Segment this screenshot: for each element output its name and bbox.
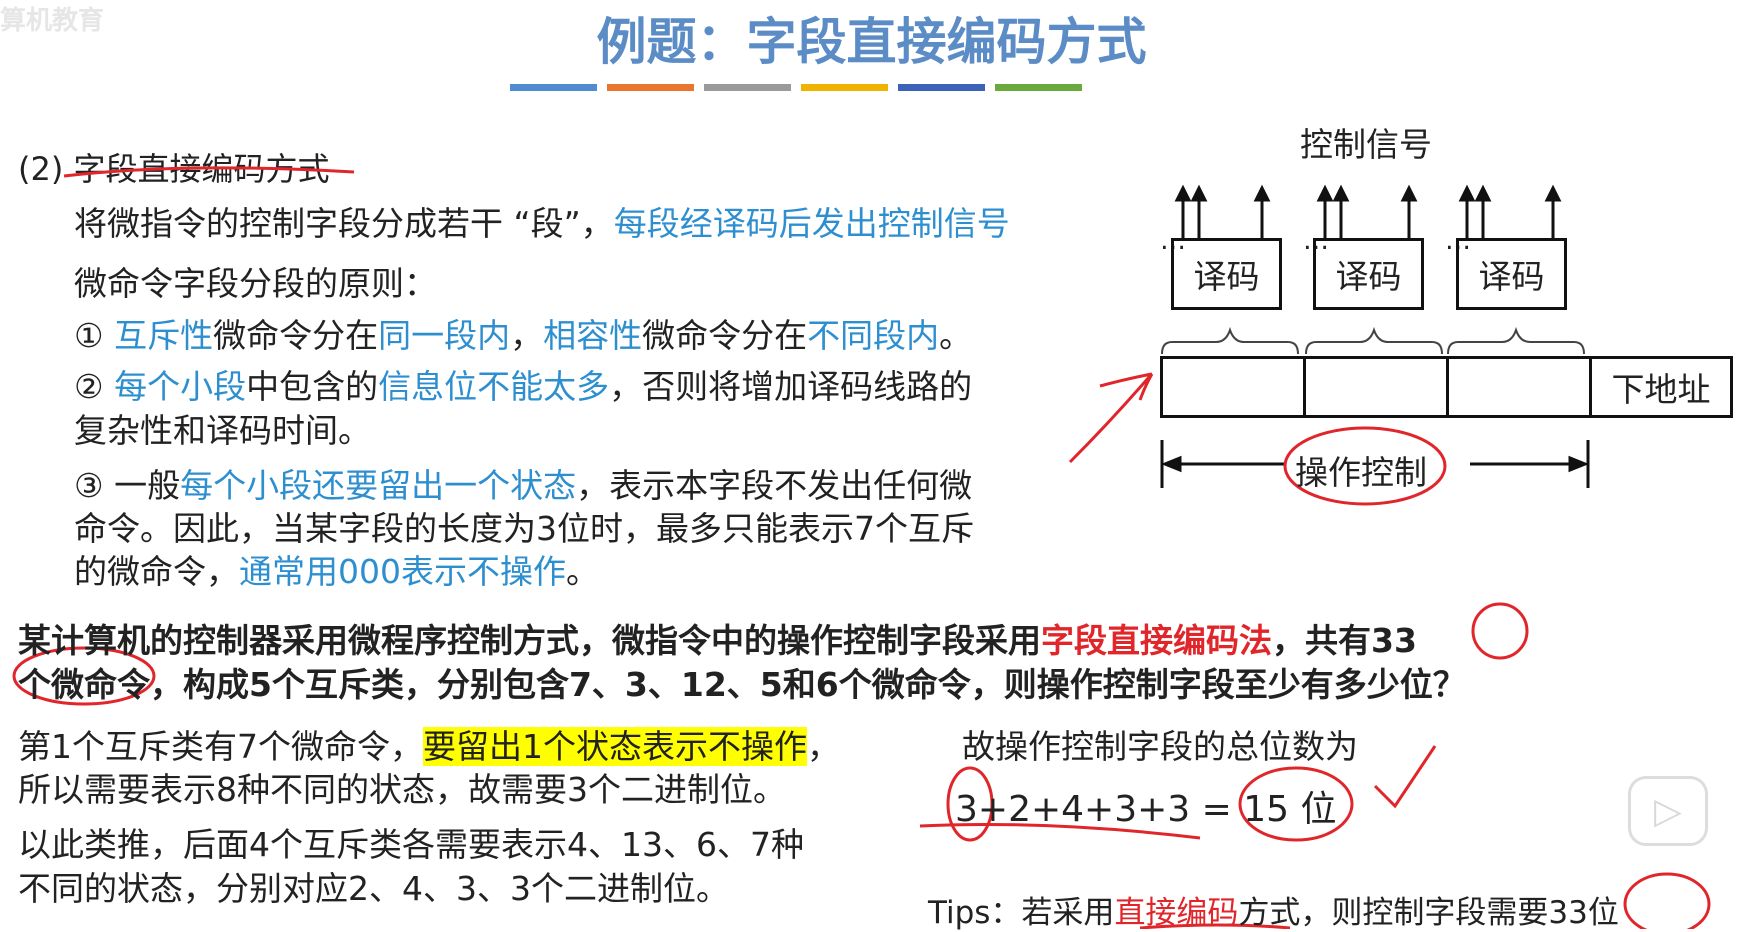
total-label: 故操作控制字段的总位数为: [962, 727, 1358, 766]
title-color-bars: [510, 84, 1082, 91]
color-bar: [607, 84, 694, 91]
decoder-box: 译码: [1456, 238, 1567, 310]
next-address-cell: 下地址: [1589, 356, 1733, 418]
tips-highlight: 直接编码: [1114, 895, 1239, 931]
rule-text: 。: [566, 552, 599, 591]
rule-term: 每个小段还要留出一个状态: [180, 466, 577, 505]
rule-1: ① 互斥性微命令分在同一段内，相容性微命令分在不同段内。: [74, 309, 972, 357]
section-heading: (2) 字段直接编码方式: [18, 150, 330, 188]
question-text: ，共有33: [1272, 621, 1417, 660]
answer-text: 第1个互斥类有7个微命令，: [18, 727, 423, 766]
field-cell: [1303, 356, 1449, 418]
rule-text: ，: [510, 316, 544, 355]
rule-3-end: 的微命令，通常用000表示不操作。: [74, 545, 599, 593]
rule-term: 相容性: [543, 316, 643, 355]
question-highlight: 字段直接编码法: [1041, 621, 1272, 660]
answer-highlight: 要留出1个状态表示不操作: [423, 727, 807, 766]
color-bar: [801, 84, 888, 91]
color-bar: [704, 84, 791, 91]
color-bar: [898, 84, 985, 91]
principle-title: 微命令字段分段的原则：: [74, 264, 437, 303]
total-formula: 3+2+4+3+3 = 15 位: [955, 789, 1337, 830]
rule-term: 通常用000表示不操作: [239, 552, 566, 591]
page-title: 例题：字段直接编码方式: [596, 13, 1147, 71]
tips-text: 方式，则控制字段需要33位: [1238, 895, 1619, 931]
color-bar: [510, 84, 597, 91]
intro-text: 将微指令的控制字段分成若干 “段”，: [74, 204, 614, 243]
decoder-box: 译码: [1171, 238, 1282, 310]
question-line-2: 个微命令，构成5个互斥类，分别包含7、3、12、5和6个微命令，则操作控制字段至…: [18, 665, 1466, 704]
tips: Tips：若采用直接编码方式，则控制字段需要33位: [928, 887, 1619, 932]
answer-p2: 以此类推，后面4个互斥类各需要表示4、13、6、7种: [18, 825, 804, 864]
rule-text: ，否则将增加译码线路的: [609, 367, 973, 406]
rule-number: ①: [74, 316, 104, 355]
field-cell: [1446, 356, 1592, 418]
play-icon[interactable]: ▷: [1628, 776, 1708, 846]
rule-text: 微命令分在: [642, 316, 808, 355]
rule-term: 每个小段: [114, 367, 247, 406]
rule-number: ②: [74, 367, 104, 406]
answer-p1: 第1个互斥类有7个微命令，要留出1个状态表示不操作，: [18, 720, 840, 768]
rule-3-cont: 命令。因此，当某字段的长度为3位时，最多只能表示7个互斥: [74, 509, 974, 548]
rule-2: ② 每个小段中包含的信息位不能太多，否则将增加译码线路的: [74, 360, 972, 408]
rule-term: 信息位不能太多: [378, 367, 610, 406]
rule-text: 。: [939, 316, 973, 355]
rule-text: 中包含的: [246, 367, 379, 406]
rule-text: 的微命令，: [74, 552, 239, 591]
question-line-1: 某计算机的控制器采用微程序控制方式，微指令中的操作控制字段采用字段直接编码法，共…: [18, 614, 1417, 662]
rule-number: ③ 一般: [74, 466, 181, 505]
signal-label: 控制信号: [1300, 125, 1432, 164]
intro-highlight: 每段经译码后发出控制信号: [613, 204, 1010, 243]
rule-term: 不同段内: [807, 316, 940, 355]
rule-term: 互斥性: [114, 316, 214, 355]
answer-p2-cont: 不同的状态，分别对应2、4、3、3个二进制位。: [18, 869, 729, 908]
question-text: 某计算机的控制器采用微程序控制方式，微指令中的操作控制字段采用: [18, 621, 1041, 660]
answer-text: ，: [807, 727, 840, 766]
answer-p1-cont: 所以需要表示8种不同的状态，故需要3个二进制位。: [18, 770, 786, 809]
rule-3: ③ 一般每个小段还要留出一个状态，表示本字段不发出任何微: [74, 459, 972, 507]
field-cell: [1160, 356, 1306, 418]
rule-2-cont: 复杂性和译码时间。: [74, 411, 371, 450]
rule-text: 微命令分在: [213, 316, 379, 355]
op-control-label: 操作控制: [1295, 453, 1427, 492]
rule-term: 同一段内: [378, 316, 511, 355]
rule-text: ，表示本字段不发出任何微: [576, 466, 973, 505]
color-bar: [995, 84, 1082, 91]
tips-text: Tips：若采用: [928, 895, 1115, 931]
decoder-box: 译码: [1313, 238, 1424, 310]
intro-line: 将微指令的控制字段分成若干 “段”，每段经译码后发出控制信号: [74, 197, 1010, 245]
